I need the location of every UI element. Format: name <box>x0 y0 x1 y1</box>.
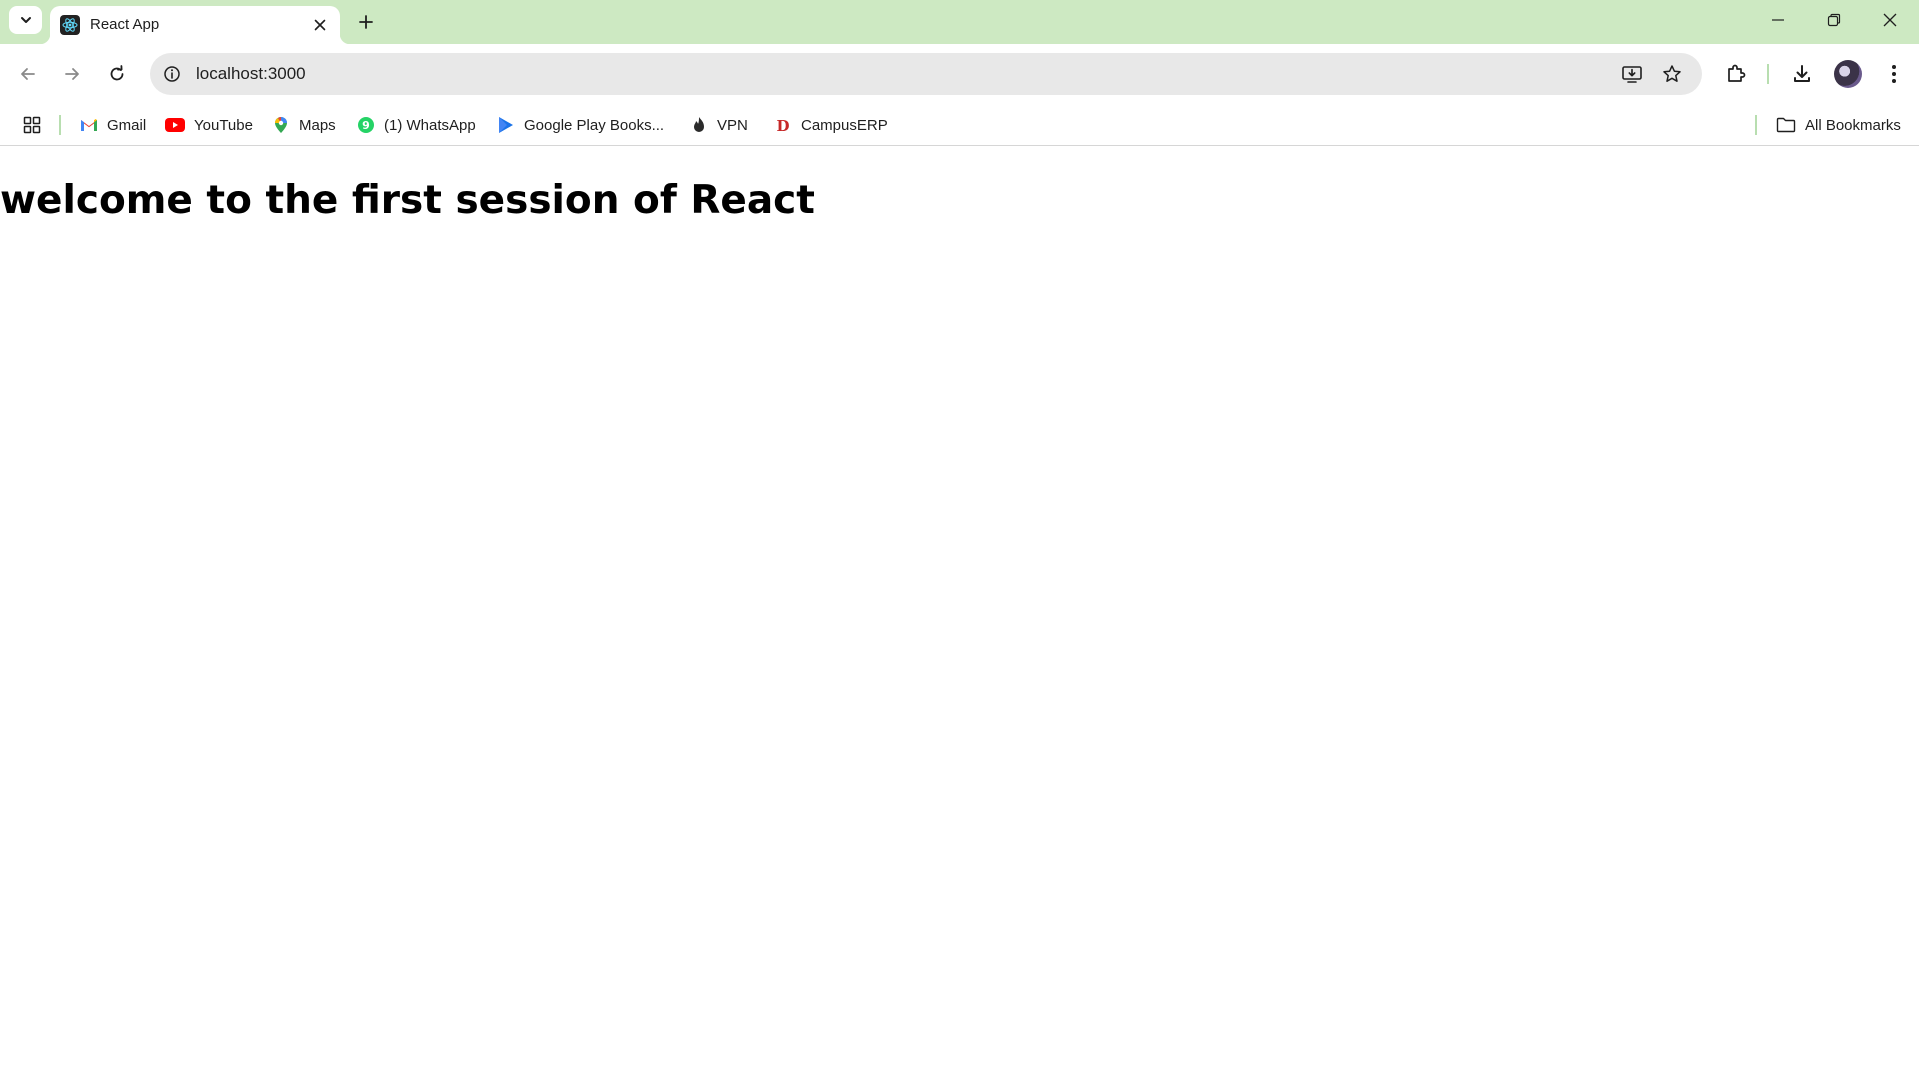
url-text[interactable]: localhost:3000 <box>196 64 306 84</box>
forward-arrow-icon <box>65 68 79 80</box>
forward-button[interactable] <box>56 58 88 90</box>
bookmark-label: Maps <box>299 116 336 134</box>
all-bookmarks-label: All Bookmarks <box>1805 116 1901 134</box>
extensions-icon <box>1728 64 1746 82</box>
close-icon <box>314 19 326 31</box>
bookmarks-divider <box>1755 115 1757 135</box>
svg-text:9: 9 <box>362 119 370 132</box>
menu-dots-icon <box>1892 65 1896 83</box>
toolbar-divider <box>1767 64 1769 84</box>
svg-text:D: D <box>776 117 789 133</box>
restore-button[interactable] <box>1806 0 1862 40</box>
tab-strip: React App <box>0 0 1919 44</box>
site-info-icon[interactable] <box>160 62 184 86</box>
whatsapp-icon: 9 <box>357 116 375 134</box>
vpn-flame-icon <box>690 116 708 134</box>
install-app-button[interactable] <box>1617 59 1647 89</box>
page-viewport: welcome to the first session of React <box>0 147 1919 1074</box>
profile-avatar[interactable] <box>1834 60 1862 88</box>
play-books-icon <box>497 116 515 134</box>
tab-close-button[interactable] <box>310 15 330 35</box>
bookmark-vpn[interactable]: VPN <box>690 111 748 139</box>
browser-menu-button[interactable] <box>1878 58 1910 90</box>
bookmark-label: Gmail <box>107 116 147 134</box>
bookmark-youtube[interactable]: YouTube <box>165 111 253 139</box>
bookmark-label: YouTube <box>194 116 253 134</box>
bookmark-campuserp[interactable]: D CampusERP <box>774 111 888 139</box>
close-icon <box>1883 13 1897 27</box>
bookmarks-divider <box>59 115 61 135</box>
bookmark-label: Google Play Books... <box>524 116 665 134</box>
tab-title: React App <box>90 16 160 33</box>
bookmark-maps[interactable]: Maps <box>272 111 336 139</box>
back-arrow-icon <box>21 68 35 80</box>
reload-button[interactable] <box>101 58 133 90</box>
bookmark-star-icon <box>1663 65 1681 82</box>
new-tab-button[interactable] <box>352 8 380 36</box>
browser-toolbar: localhost:3000 <box>0 44 1919 104</box>
maps-pin-icon <box>272 116 290 134</box>
all-bookmarks-button[interactable]: All Bookmarks <box>1776 111 1901 139</box>
window-close-button[interactable] <box>1862 0 1918 40</box>
bookmarks-bar: Gmail YouTube Maps 9 (1) WhatsApp Google… <box>0 104 1919 146</box>
bookmark-label: VPN <box>717 116 748 134</box>
minimize-button[interactable] <box>1750 0 1806 40</box>
tab-search-button[interactable] <box>9 6 42 34</box>
active-tab[interactable]: React App <box>40 6 350 44</box>
back-button[interactable] <box>12 58 44 90</box>
bookmark-label: CampusERP <box>801 116 888 134</box>
campuserp-icon: D <box>774 116 792 134</box>
bookmark-whatsapp[interactable]: 9 (1) WhatsApp <box>357 111 476 139</box>
bookmark-play-books[interactable]: Google Play Books... <box>497 111 664 139</box>
chevron-down-icon <box>20 17 31 23</box>
install-app-icon <box>1622 66 1642 83</box>
minimize-icon <box>1772 19 1784 21</box>
downloads-icon <box>1794 65 1810 82</box>
page-heading: welcome to the first session of React <box>0 178 815 223</box>
youtube-icon <box>165 116 185 134</box>
downloads-button[interactable] <box>1786 58 1818 90</box>
folder-icon <box>1776 116 1796 134</box>
plus-icon <box>359 15 373 29</box>
extensions-button[interactable] <box>1720 58 1752 90</box>
bookmark-star-button[interactable] <box>1657 59 1687 89</box>
reload-icon <box>110 65 124 81</box>
bookmark-gmail[interactable]: Gmail <box>80 111 146 139</box>
bookmark-label: (1) WhatsApp <box>384 116 476 134</box>
gmail-icon <box>80 116 98 134</box>
restore-icon <box>1827 13 1841 27</box>
apps-grid-icon[interactable] <box>20 113 44 137</box>
react-icon <box>60 15 80 35</box>
address-bar[interactable]: localhost:3000 <box>150 53 1702 95</box>
